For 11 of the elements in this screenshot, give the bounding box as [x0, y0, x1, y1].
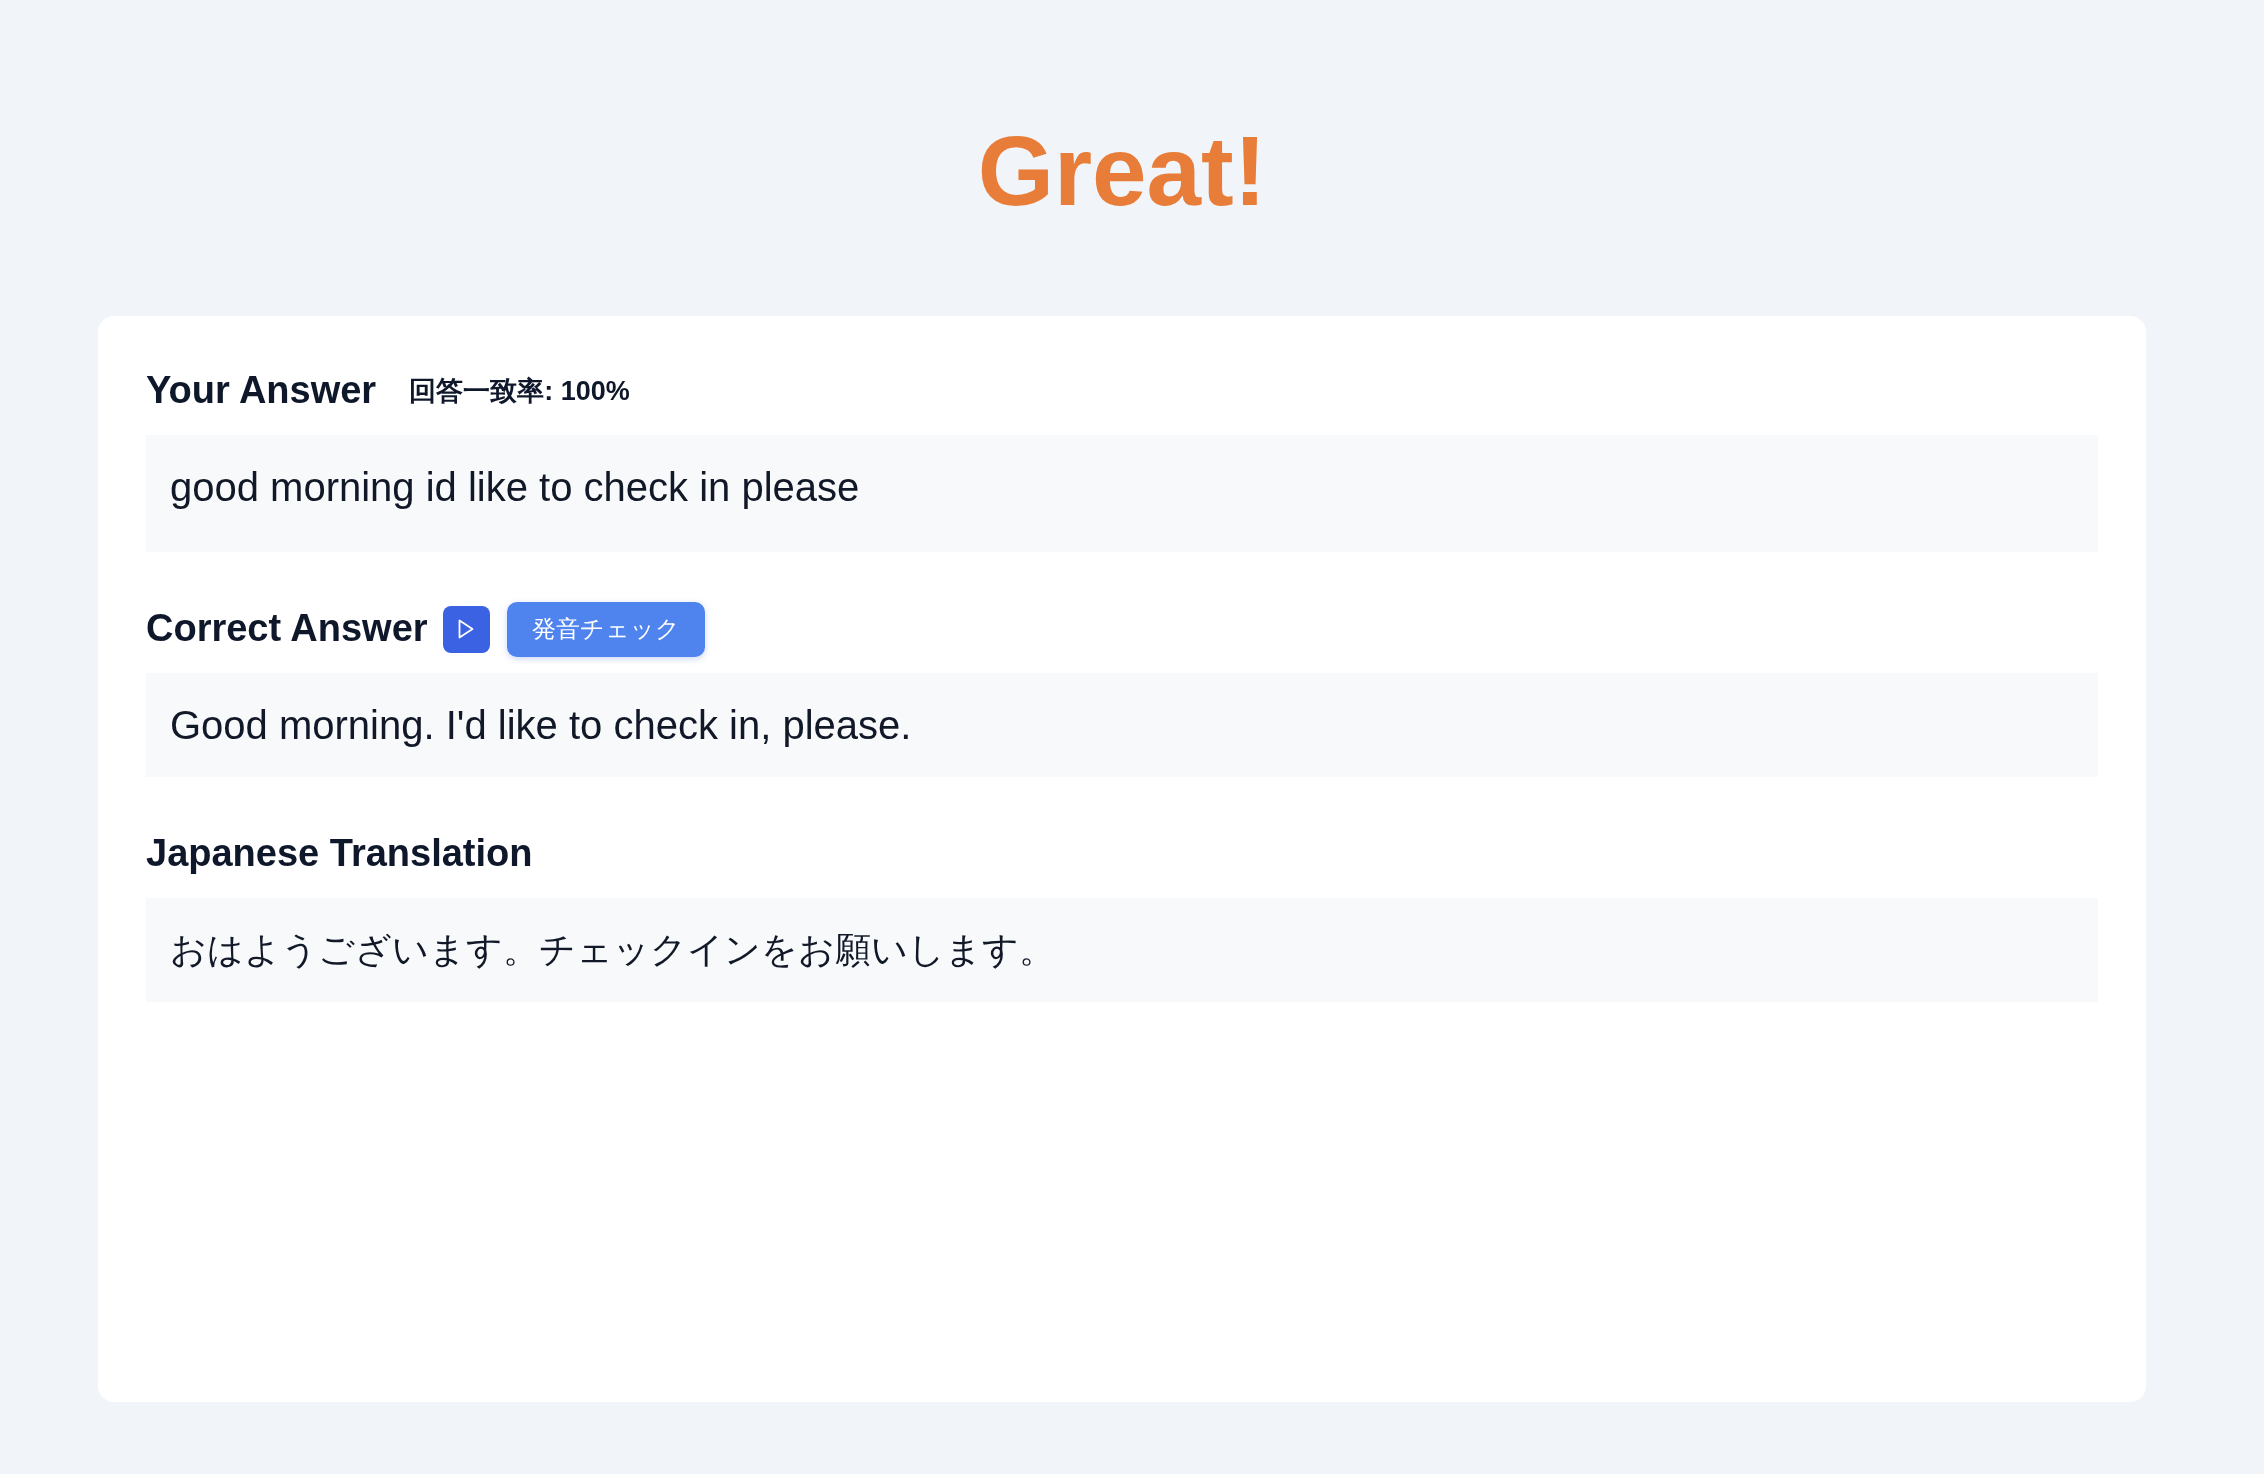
match-rate-label: 回答一致率: 100%: [409, 374, 630, 408]
section-heading: Japanese Translation: [146, 831, 533, 877]
user-answer-text: good morning id like to check in please: [146, 434, 2098, 552]
translation-text: おはようございます。チェックインをお願いします。: [146, 897, 2098, 1002]
pronunciation-check-button[interactable]: 発音チェック: [506, 601, 705, 657]
result-title: Great!: [977, 115, 1267, 228]
play-button[interactable]: [442, 605, 490, 653]
correct-answer-text: Good morning. I'd like to check in, please.: [146, 672, 2098, 777]
section-heading: Correct Answer: [146, 606, 428, 652]
play-icon: [458, 619, 475, 640]
section-heading: Your Answer: [146, 368, 377, 414]
